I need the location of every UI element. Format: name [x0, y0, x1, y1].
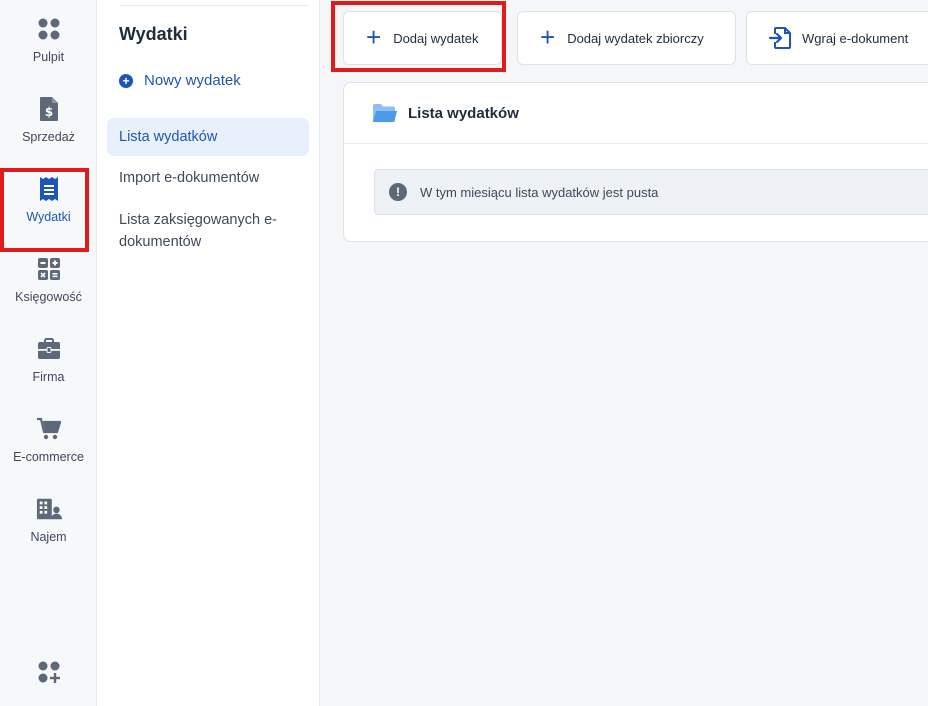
rail-item-firma[interactable]: Firma — [0, 320, 97, 400]
receipt-icon — [36, 176, 62, 202]
dashboard-icon — [36, 16, 62, 42]
rail-item-label: Firma — [32, 370, 65, 384]
add-expense-label: Dodaj wydatek — [393, 30, 479, 46]
rail-item-label: Pulpit — [32, 50, 65, 64]
section-title: Wydatki — [119, 24, 188, 44]
add-collective-expense-button[interactable]: + Dodaj wydatek zbiorczy — [517, 11, 736, 65]
rail-item-wydatki[interactable]: Wydatki — [0, 160, 97, 240]
add-apps-button[interactable] — [0, 646, 97, 706]
rail-item-label: Księgowość — [15, 290, 82, 304]
rail-item-pulpit[interactable]: Pulpit — [0, 0, 97, 80]
expense-list-card: Lista wydatków ! W tym miesiącu lista wy… — [343, 82, 928, 242]
svg-text:$: $ — [44, 105, 52, 119]
building-person-icon — [36, 496, 62, 522]
plus-icon: + — [540, 22, 556, 52]
cart-icon — [36, 416, 62, 442]
rail-item-label: Sprzedaż — [22, 130, 75, 144]
rail-item-label: Wydatki — [26, 210, 71, 224]
card-title: Lista wydatków — [408, 104, 519, 122]
empty-list-alert: ! W tym miesiącu lista wydatków jest pus… — [374, 169, 928, 215]
divider — [120, 5, 309, 6]
rail-item-label: E-commerce — [13, 450, 84, 464]
subnav-item-import-edokumentow[interactable]: Import e-dokumentów — [107, 167, 309, 189]
rail-item-najem[interactable]: Najem — [0, 480, 97, 560]
upload-edocument-button[interactable]: Wgraj e-dokument — [746, 11, 928, 65]
empty-list-message: W tym miesiącu lista wydatków jest pusta — [420, 184, 659, 200]
new-expense-label: Nowy wydatek — [144, 72, 241, 89]
folder-icon — [372, 103, 398, 123]
plus-icon: + — [366, 22, 382, 52]
secondary-sidebar: Wydatki + Nowy wydatek Lista wydatków Im… — [97, 0, 320, 706]
subnav-item-lista-wydatkow[interactable]: Lista wydatków — [107, 118, 309, 156]
subnav-item-label: Lista zaksięgowanych e-dokumentów — [119, 212, 277, 250]
invoice-dollar-icon: $ — [36, 96, 62, 122]
card-header: Lista wydatków — [344, 83, 928, 144]
plus-circle-icon: + — [119, 73, 133, 88]
rail-item-ksiegowosc[interactable]: Księgowość — [0, 240, 97, 320]
add-collective-label: Dodaj wydatek zbiorczy — [567, 30, 704, 46]
upload-edoc-label: Wgraj e-dokument — [802, 30, 909, 46]
rail-item-sprzedaz[interactable]: $ Sprzedaż — [0, 80, 97, 160]
briefcase-icon — [36, 336, 62, 362]
subnav-item-label: Import e-dokumentów — [119, 170, 260, 186]
rail-item-ecommerce[interactable]: E-commerce — [0, 400, 97, 480]
subnav-item-zaksiegowane-edokumenty[interactable]: Lista zaksięgowanych e-dokumentów — [107, 209, 297, 253]
add-expense-button[interactable]: + Dodaj wydatek — [343, 11, 502, 65]
new-expense-button[interactable]: + Nowy wydatek — [119, 72, 241, 89]
add-apps-icon — [36, 659, 62, 685]
rail-item-label: Najem — [30, 530, 67, 544]
file-import-icon — [769, 27, 791, 49]
calculator-icon — [36, 256, 62, 282]
info-icon: ! — [389, 183, 407, 201]
main-nav-rail: Pulpit $ Sprzedaż Wydatki Księgowość Fir… — [0, 0, 97, 706]
subnav-item-label: Lista wydatków — [119, 129, 218, 145]
